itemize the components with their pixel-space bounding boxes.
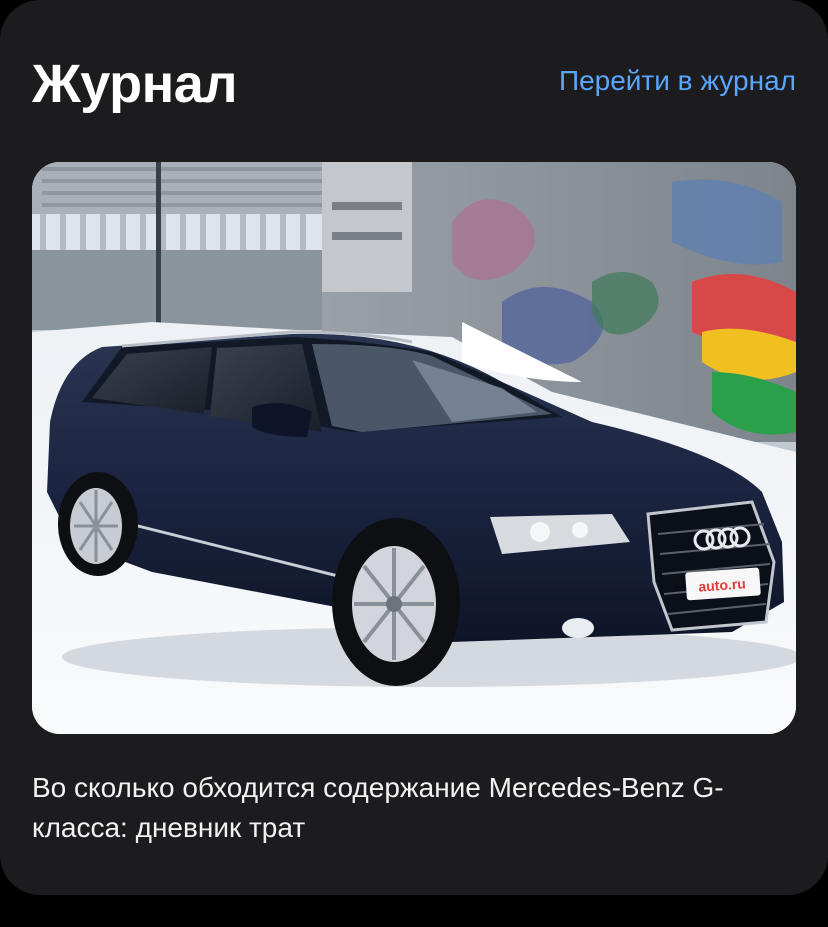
article-image[interactable]: auto.ru	[32, 162, 796, 734]
journal-header: Журнал Перейти в журнал	[32, 44, 796, 124]
article-headline[interactable]: Во сколько обходится содержание Mercedes…	[32, 768, 788, 848]
license-plate-text: auto.ru	[698, 575, 746, 594]
journal-card: Журнал Перейти в журнал auto.ru Во сколь…	[0, 0, 828, 895]
journal-title: Журнал	[32, 54, 238, 114]
car-photo-illustration: auto.ru	[32, 162, 796, 734]
go-to-journal-link[interactable]: Перейти в журнал	[559, 65, 796, 97]
